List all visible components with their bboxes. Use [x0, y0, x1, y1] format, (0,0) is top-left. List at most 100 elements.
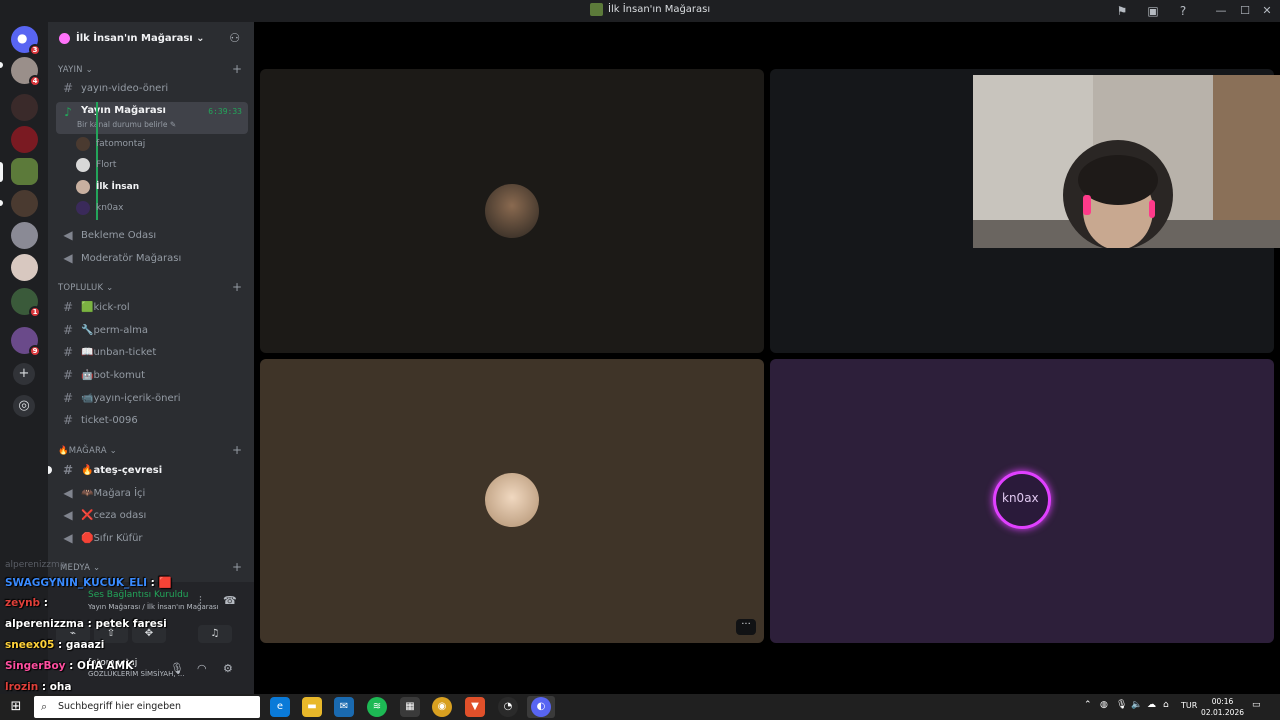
headphones-icon[interactable]: ◠: [197, 662, 207, 675]
mail-icon[interactable]: ✉: [334, 697, 354, 717]
screen-share-button[interactable]: ⇧: [94, 625, 128, 643]
maximize-button[interactable]: ☐: [1234, 3, 1256, 19]
tray-app-icon[interactable]: ◍: [1100, 700, 1108, 710]
channel-ates-cevresi[interactable]: # 🔥ateş-çevresi: [56, 460, 248, 480]
video-tile-user-3[interactable]: ···: [260, 359, 764, 643]
close-button[interactable]: ✕: [1256, 3, 1278, 19]
server-icon-1[interactable]: 4: [11, 57, 41, 87]
language-indicator[interactable]: TUR: [1181, 701, 1197, 710]
voice-user[interactable]: Flort: [76, 156, 116, 174]
calculator-icon[interactable]: ▦: [400, 697, 420, 717]
inbox-icon[interactable]: ⚑: [1114, 3, 1130, 19]
volume-icon[interactable]: 🔈: [1131, 700, 1142, 710]
channel-kick-rol[interactable]: # 🟩kick-rol: [56, 297, 248, 317]
category-magara[interactable]: 🔥MAĞARA ⌄: [58, 446, 117, 456]
add-channel-icon[interactable]: +: [232, 62, 242, 76]
noise-suppression-icon[interactable]: ⫶: [199, 594, 202, 608]
voice-channel-sifir-kufur[interactable]: ◀ 🛑Sıfır Küfür: [56, 528, 248, 548]
help-icon[interactable]: ?: [1175, 3, 1191, 19]
webcam-overlay: [973, 75, 1280, 248]
clock[interactable]: 00:16 02.01.2026: [1201, 696, 1244, 718]
notification-badge: 1: [29, 306, 41, 318]
server-icon-9[interactable]: 9: [11, 327, 41, 357]
channel-bot-komut[interactable]: # 🤖bot-komut: [56, 365, 248, 385]
edge-icon[interactable]: e: [270, 697, 290, 717]
hash-icon: #: [62, 413, 74, 427]
channel-status[interactable]: Bir kanal durumu belirle ✎: [77, 120, 176, 129]
speaker-icon: ◀: [63, 486, 73, 500]
notification-badge: 3: [29, 44, 41, 56]
file-explorer-icon[interactable]: ▬: [302, 697, 322, 717]
avatar: [76, 201, 90, 215]
notifications-icon[interactable]: ▭: [1252, 700, 1261, 710]
hash-icon: #: [62, 345, 74, 359]
direct-messages-button[interactable]: ● 3: [11, 26, 41, 56]
server-icon-active[interactable]: [11, 158, 38, 185]
hash-icon: #: [62, 391, 74, 405]
spotify-icon[interactable]: ≋: [367, 697, 387, 717]
channel-unban-ticket[interactable]: # 📖unban-ticket: [56, 342, 248, 362]
server-icon-8[interactable]: 1: [11, 288, 41, 318]
screen-icon[interactable]: ▣: [1145, 3, 1161, 19]
voice-user[interactable]: fatomontaj: [76, 135, 145, 153]
add-channel-icon[interactable]: +: [232, 560, 242, 574]
voice-channel-bekleme[interactable]: ◀ Bekleme Odası: [56, 225, 248, 245]
brave-icon[interactable]: ▼: [465, 697, 485, 717]
add-server-icon[interactable]: +: [13, 363, 35, 385]
start-icon[interactable]: ⊞: [8, 699, 24, 715]
channel-yayin-video-oneri[interactable]: # yayın-video-öneri: [56, 78, 248, 98]
category-medya[interactable]: Medya ⌄: [60, 563, 100, 573]
add-channel-icon[interactable]: +: [232, 443, 242, 457]
server-icon-6[interactable]: [11, 222, 38, 249]
voice-user[interactable]: kn0ax: [76, 199, 123, 217]
server-header[interactable]: İlk İnsan'ın Mağarası ⌄ ⚇: [48, 22, 254, 54]
video-tile-user-1[interactable]: [260, 69, 764, 353]
voice-status[interactable]: Ses Bağlantısı Kuruldu: [88, 590, 188, 600]
network-icon[interactable]: ⌂: [1163, 700, 1169, 710]
cloud-icon[interactable]: ☁: [1147, 700, 1156, 710]
avatar: [485, 184, 539, 238]
camera-button[interactable]: ⌁: [56, 625, 90, 643]
boost-icon: [59, 32, 70, 44]
add-channel-icon[interactable]: +: [232, 280, 242, 294]
tray-chevron-icon[interactable]: ⌃: [1084, 700, 1092, 710]
voice-panel: Ses Bağlantısı Kuruldu Yayın Mağarası / …: [48, 582, 254, 694]
voice-channel-ceza-odasi[interactable]: ◀ ❌ceza odası: [56, 505, 248, 525]
settings-icon[interactable]: ⚙: [223, 662, 233, 675]
channel-ticket[interactable]: # ticket-0096: [56, 410, 248, 430]
voice-speaking-icon: ♪: [64, 105, 72, 119]
category-yayin[interactable]: YAYIN ⌄: [58, 65, 93, 75]
server-icon-2[interactable]: [11, 94, 38, 121]
server-icon-3[interactable]: [11, 126, 38, 153]
hash-icon: #: [62, 323, 74, 337]
taskbar-search[interactable]: ⌕ Suchbegriff hier eingeben: [34, 696, 260, 718]
more-options-button[interactable]: ···: [736, 619, 756, 635]
chrome-icon[interactable]: ◉: [432, 697, 452, 717]
activities-button[interactable]: ✥: [132, 625, 166, 643]
server-icon-7[interactable]: [11, 254, 38, 281]
voice-channel-yayin-magarasi[interactable]: ♪ Yayın Mağarası Bir kanal durumu belirl…: [56, 102, 248, 134]
video-tile-kn0ax[interactable]: kn0ax: [770, 359, 1274, 643]
voice-channel-magara-ici[interactable]: ◀ 🦇Mağara İçi: [56, 483, 248, 503]
hash-icon: #: [62, 368, 74, 382]
microphone-icon[interactable]: 🎙: [170, 662, 184, 675]
channel-yayin-icerik-oneri[interactable]: # 📹yayın-içerik-öneri: [56, 388, 248, 408]
hash-icon: #: [62, 463, 74, 477]
user-name[interactable]: fatomontaj: [88, 658, 137, 668]
soundboard-button[interactable]: ♫: [198, 625, 232, 643]
server-icon-5[interactable]: [11, 190, 38, 217]
voice-user[interactable]: İlk İnsan: [76, 178, 139, 196]
unread-pip: [0, 200, 3, 206]
voice-channel-moderator[interactable]: ◀ Moderatör Mağarası: [56, 248, 248, 268]
notification-badge: 4: [29, 75, 41, 87]
discover-icon[interactable]: ◎: [13, 395, 35, 417]
category-topluluk[interactable]: TOPLULUK ⌄: [58, 283, 113, 293]
server-icon: [590, 3, 603, 16]
minimize-button[interactable]: —: [1210, 3, 1232, 19]
tray-mic-icon[interactable]: 🎙: [1116, 700, 1127, 710]
invite-icon[interactable]: ⚇: [229, 31, 240, 45]
obs-icon[interactable]: ◔: [498, 697, 518, 717]
disconnect-icon[interactable]: ☎: [223, 594, 237, 607]
channel-perm-alma[interactable]: # 🔧perm-alma: [56, 320, 248, 340]
discord-taskbar-icon[interactable]: ◐: [531, 697, 551, 717]
